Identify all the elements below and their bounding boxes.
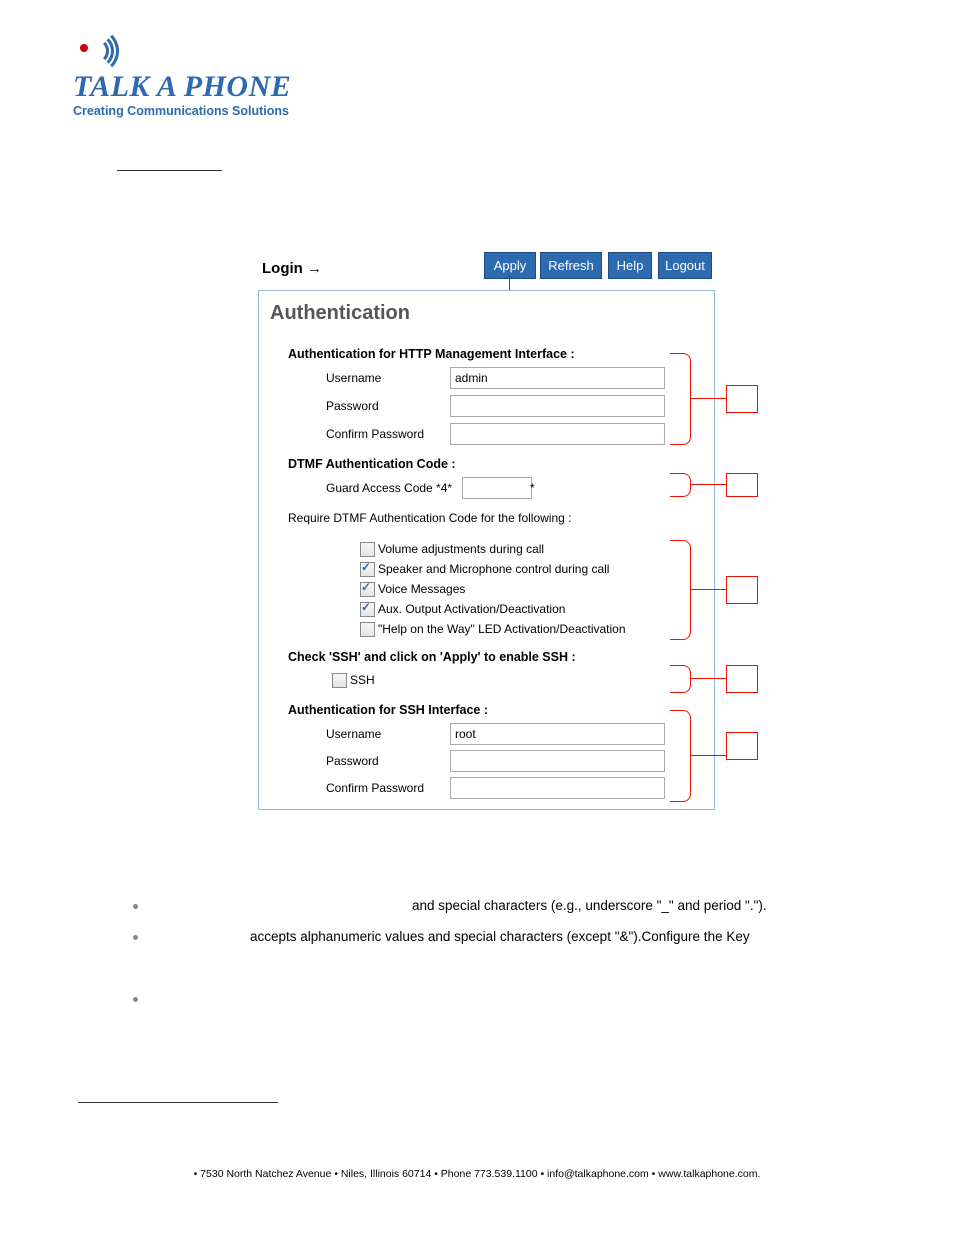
http-username-input[interactable] xyxy=(450,367,665,389)
chk-speaker-mic[interactable] xyxy=(360,562,375,577)
ssh-password-input[interactable] xyxy=(450,750,665,772)
bullet-2-text: accepts alphanumeric values and special … xyxy=(250,929,750,944)
bullet-1-text: and special characters (e.g., underscore… xyxy=(412,898,767,913)
callout-line xyxy=(690,589,726,590)
logo xyxy=(75,30,123,72)
ssh-confirm-input[interactable] xyxy=(450,777,665,799)
ssh-auth-heading: Authentication for SSH Interface : xyxy=(288,703,488,717)
logout-button[interactable]: Logout xyxy=(658,252,712,279)
ssh-password-label: Password xyxy=(326,754,379,768)
panel-title: Authentication xyxy=(270,302,410,325)
guard-label: Guard Access Code *4* xyxy=(326,481,452,495)
callout-line xyxy=(690,398,726,399)
rule-bottom xyxy=(78,1102,278,1103)
callout-box-sshauth xyxy=(726,732,758,760)
callout-box-http xyxy=(726,385,758,413)
guard-suffix: * xyxy=(530,481,535,495)
http-confirm-label: Confirm Password xyxy=(326,427,424,441)
apply-button[interactable]: Apply xyxy=(484,252,536,279)
chk-voice-messages[interactable] xyxy=(360,582,375,597)
callout-line xyxy=(690,484,726,485)
logo-arc-icon xyxy=(75,30,123,72)
require-dtmf-label: Require DTMF Authentication Code for the… xyxy=(288,511,571,525)
logo-text: TALK A PHONE xyxy=(73,70,291,104)
login-breadcrumb: Login → xyxy=(262,260,322,277)
ssh-username-input[interactable] xyxy=(450,723,665,745)
guard-input[interactable] xyxy=(462,477,532,499)
callout-line xyxy=(690,755,726,756)
chk-help-led-label: "Help on the Way" LED Activation/Deactiv… xyxy=(378,622,626,636)
http-confirm-input[interactable] xyxy=(450,423,665,445)
rule-top xyxy=(117,170,222,171)
chk-volume[interactable] xyxy=(360,542,375,557)
bullet-icon xyxy=(133,997,138,1002)
callout-bracket-checks xyxy=(670,540,691,640)
http-password-label: Password xyxy=(326,399,379,413)
chk-voice-messages-label: Voice Messages xyxy=(378,582,465,596)
refresh-button[interactable]: Refresh xyxy=(540,252,602,279)
footer: • 7530 North Natchez Avenue • Niles, Ill… xyxy=(0,1168,954,1180)
chk-speaker-mic-label: Speaker and Microphone control during ca… xyxy=(378,562,609,576)
bullet-icon xyxy=(133,904,138,909)
callout-bracket-dtmf xyxy=(670,473,691,497)
ssh-confirm-label: Confirm Password xyxy=(326,781,424,795)
chk-aux-output[interactable] xyxy=(360,602,375,617)
chk-aux-output-label: Aux. Output Activation/Deactivation xyxy=(378,602,565,616)
dtmf-heading: DTMF Authentication Code : xyxy=(288,457,456,471)
callout-box-ssh xyxy=(726,665,758,693)
ssh-enable-heading: Check 'SSH' and click on 'Apply' to enab… xyxy=(288,650,576,664)
chk-ssh-label: SSH xyxy=(350,673,375,687)
bullet-icon xyxy=(133,935,138,940)
callout-bracket-ssh xyxy=(670,665,691,693)
http-username-label: Username xyxy=(326,371,381,385)
http-heading: Authentication for HTTP Management Inter… xyxy=(288,347,575,361)
callout-box-dtmf xyxy=(726,473,758,497)
chk-volume-label: Volume adjustments during call xyxy=(378,542,544,556)
callout-box-checks xyxy=(726,576,758,604)
ssh-username-label: Username xyxy=(326,727,381,741)
chk-ssh[interactable] xyxy=(332,673,347,688)
http-password-input[interactable] xyxy=(450,395,665,417)
help-button[interactable]: Help xyxy=(608,252,652,279)
callout-bracket-http xyxy=(670,353,691,445)
chk-help-led[interactable] xyxy=(360,622,375,637)
callout-bracket-sshauth xyxy=(670,710,691,802)
logo-tagline: Creating Communications Solutions xyxy=(73,104,289,118)
callout-line xyxy=(690,678,726,679)
